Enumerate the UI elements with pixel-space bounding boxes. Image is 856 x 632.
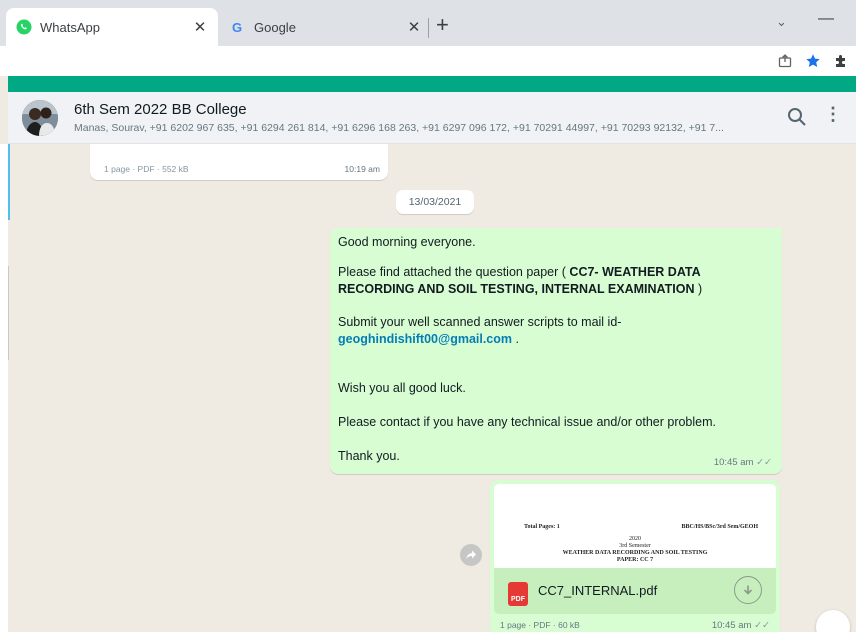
message-line: Wish you all good luck. [338,381,466,395]
chat-title: 6th Sem 2022 BB College [74,101,247,118]
date-separator: 13/03/2021 [396,190,474,214]
chat-messages-area[interactable]: 1 page · PDF · 552 kB 10:19 am 13/03/202… [10,144,856,632]
message-line: Submit your well scanned answer scripts … [338,315,622,329]
read-receipt-icon: ✓✓ [756,457,772,468]
document-preview[interactable]: Total Pages: 1 BBC/HS/BSc/3rd Sem/GEOH 2… [494,484,776,568]
tab-google[interactable]: G Google ✕ [220,8,432,46]
whatsapp-icon [16,19,32,35]
message-line: Please find attached the question paper … [338,265,703,296]
preview-total-pages: Total Pages: 1 [524,524,560,530]
outgoing-document-message[interactable]: Total Pages: 1 BBC/HS/BSc/3rd Sem/GEOH 2… [490,480,780,632]
message-line: Thank you. [338,449,400,463]
message-time: 10:45 am ✓✓ [713,457,772,468]
search-icon[interactable] [786,106,808,128]
left-panel-edge [0,144,8,632]
incoming-document-message[interactable]: 1 page · PDF · 552 kB 10:19 am [90,144,388,180]
google-icon: G [230,19,246,35]
chat-members: Manas, Sourav, +91 6202 967 635, +91 629… [74,122,724,134]
close-tab-icon[interactable]: ✕ [406,18,422,36]
browser-toolbar [0,46,856,76]
tab-whatsapp[interactable]: WhatsApp ✕ [6,8,218,46]
document-bar[interactable]: PDF CC7_INTERNAL.pdf [494,568,776,614]
extensions-icon[interactable] [832,52,850,70]
minimize-button[interactable]: — [818,10,834,28]
close-tab-icon[interactable]: ✕ [192,18,208,36]
document-meta: 1 page · PDF · 552 kB [104,164,189,174]
preview-paper: PAPER: CC 7 [616,557,654,563]
tab-search-chevron-icon[interactable]: ⌄ [776,14,787,30]
preview-year: 2020 [629,536,641,542]
read-receipt-icon: ✓✓ [754,620,770,631]
scroll-down-button[interactable] [816,610,850,632]
preview-subject: WEATHER DATA RECORDING AND SOIL TESTING [562,550,708,556]
message-time: 10:45 am ✓✓ [711,620,770,631]
message-line: geoghindishift00@gmail.com . [338,332,519,346]
pdf-icon: PDF [508,582,528,606]
forward-icon[interactable] [460,544,482,566]
message-line: Please contact if you have any technical… [338,415,716,429]
bookmark-star-icon[interactable] [804,52,822,70]
preview-code: BBC/HS/BSc/3rd Sem/GEOH [681,524,758,530]
browser-tab-strip: WhatsApp ✕ G Google ✕ + ⌄ — [0,0,856,46]
chat-header[interactable]: 6th Sem 2022 BB College Manas, Sourav, +… [8,92,856,144]
tab-title: WhatsApp [40,19,100,35]
download-icon[interactable] [734,576,762,604]
document-meta: 1 page · PDF · 60 kB [500,620,580,630]
preview-semester: 3rd Semester [619,543,651,549]
message-line: Good morning everyone. [338,235,476,249]
group-avatar[interactable] [22,100,58,136]
outgoing-text-message[interactable]: Good morning everyone. Please find attac… [330,228,782,474]
message-time: 10:19 am [344,164,380,174]
document-filename: CC7_INTERNAL.pdf [538,583,658,598]
left-panel-divider [8,266,9,360]
whatsapp-header-strip [8,76,856,92]
tab-separator [428,18,429,38]
email-link[interactable]: geoghindishift00@gmail.com [338,332,512,346]
share-icon[interactable] [776,52,794,70]
svg-text:G: G [232,20,242,34]
tab-title: Google [254,19,296,35]
menu-icon[interactable]: ⋮ [824,105,842,123]
new-tab-button[interactable]: + [436,14,449,36]
